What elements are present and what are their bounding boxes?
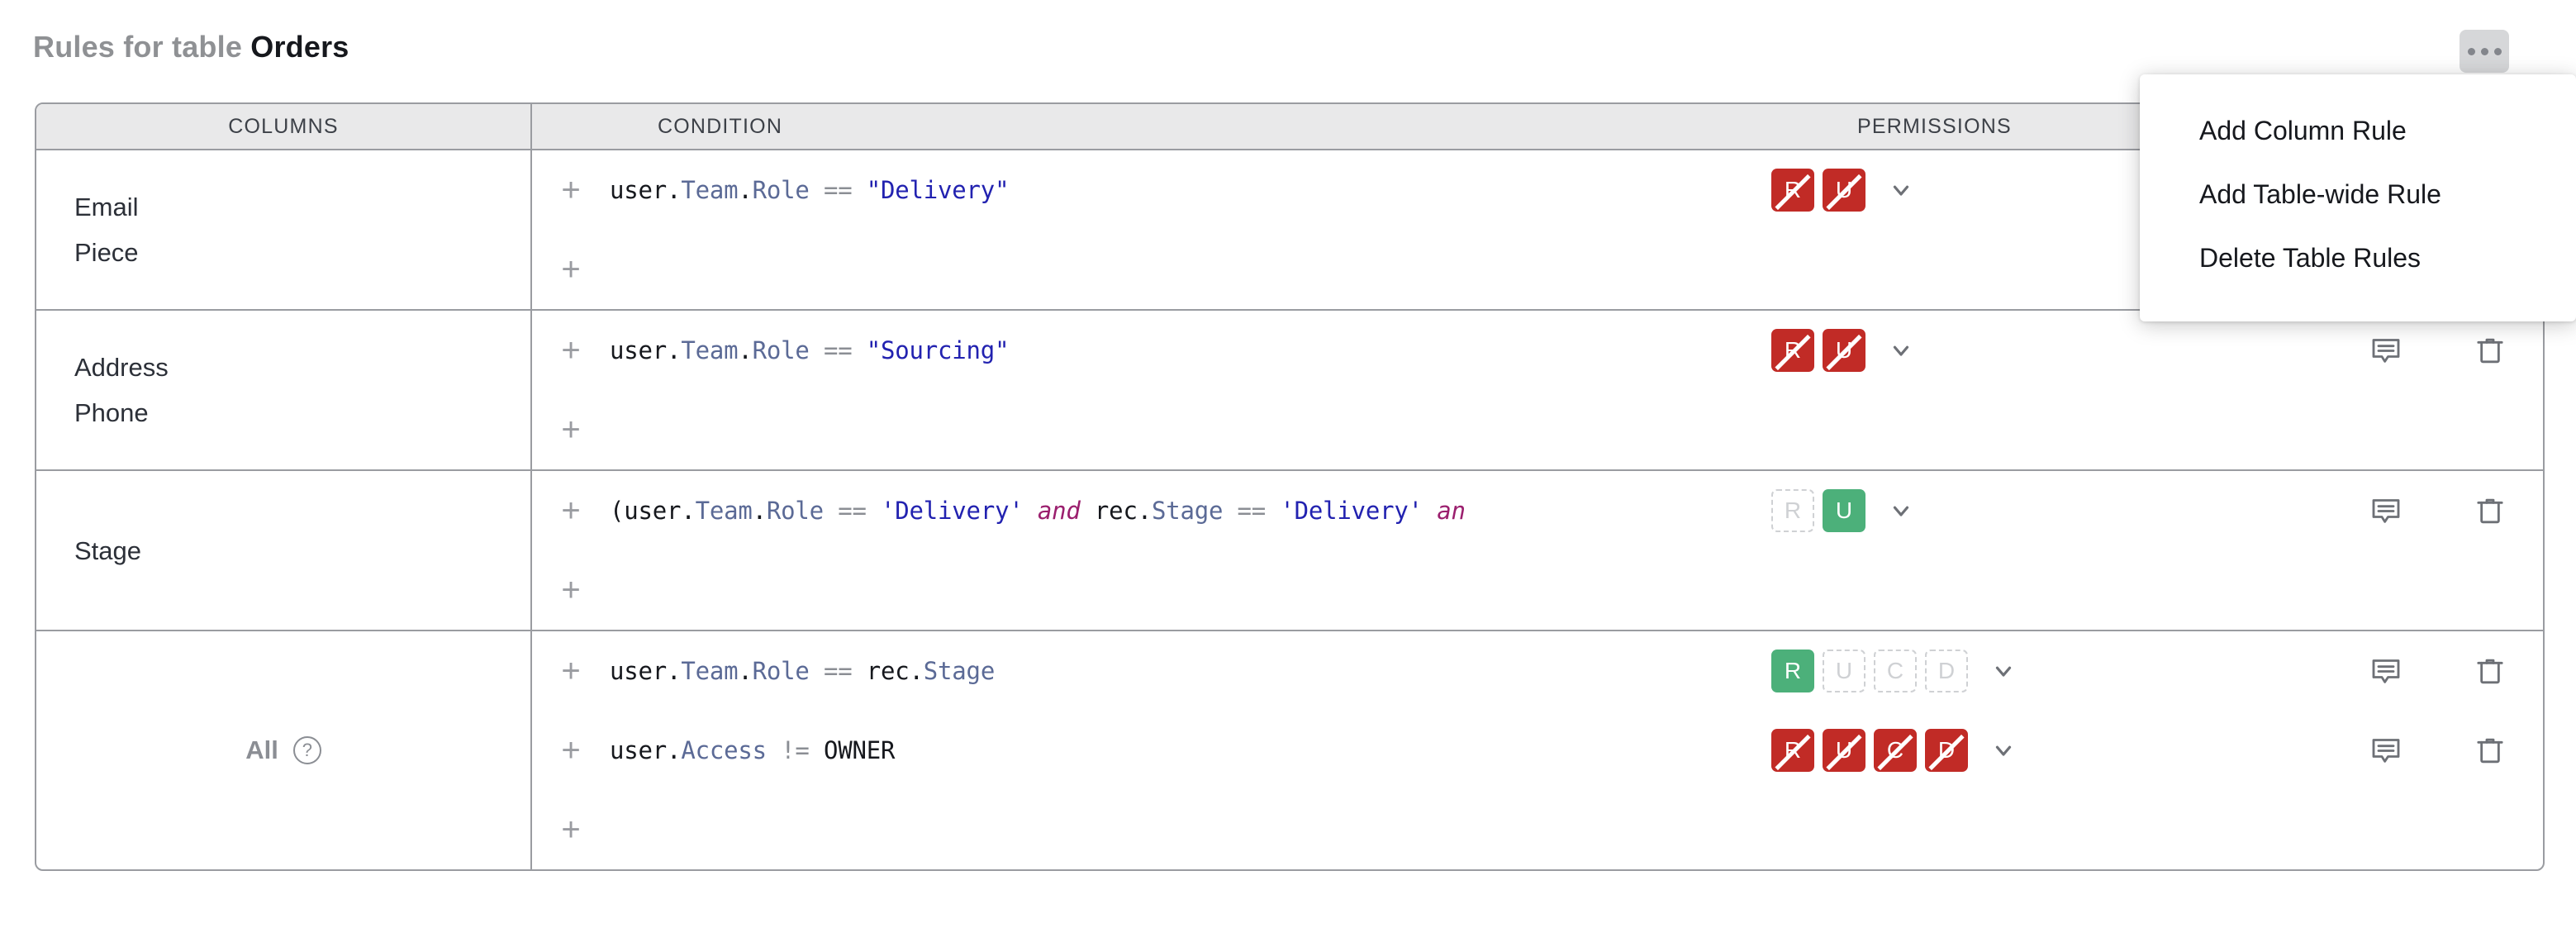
rule-line: + [532,390,2543,469]
add-rule-plus-icon[interactable]: + [532,573,610,607]
permission-badges: RUCD [1771,650,2016,692]
help-circle-icon[interactable]: ? [292,736,321,764]
permission-badge-r[interactable]: R [1771,329,1814,372]
permission-badge-d[interactable]: D [1925,650,1968,692]
add-rule-plus-icon[interactable]: + [532,734,610,767]
row-actions [2369,334,2543,367]
dot-icon [2467,47,2475,55]
column-name[interactable]: Stage [74,528,530,573]
permission-badge-u[interactable]: U [1823,650,1865,692]
chevron-down-icon[interactable] [1889,178,1913,202]
permission-badge-u[interactable]: U [1823,729,1865,772]
column-name[interactable]: Email [74,184,530,230]
rule-lines: + (user.Team.Role == 'Delivery' and rec.S… [532,471,2543,630]
condition-expression[interactable]: user.Access != OWNER [610,736,1771,764]
comment-icon[interactable] [2369,334,2403,367]
all-columns-label: All [245,735,278,764]
chevron-down-icon[interactable] [1889,498,1913,523]
more-options-button[interactable] [2460,30,2509,73]
rule-line: + (user.Team.Role == 'Delivery' and rec.S… [532,471,2543,550]
permission-badge-u[interactable]: U [1823,169,1865,212]
row-actions [2369,494,2543,527]
permission-badge-u[interactable]: U [1823,489,1865,532]
permission-badges: RUCD [1771,729,2016,772]
trash-icon[interactable] [2474,654,2507,688]
comment-icon[interactable] [2369,654,2403,688]
condition-expression[interactable]: user.Team.Role == rec.Stage [610,657,1771,685]
columns-cell: Email Piece [36,150,532,309]
rule-line: + user.Team.Role == "Sourcing" R U [532,311,2543,390]
column-name[interactable]: Piece [74,230,530,275]
menu-item-add-table-wide-rule[interactable]: Add Table-wide Rule [2140,163,2576,226]
dot-icon [2480,47,2488,55]
add-rule-plus-icon[interactable]: + [532,494,610,527]
table-row: Stage + (user.Team.Role == 'Delivery' and … [36,471,2543,631]
add-rule-plus-icon[interactable]: + [532,413,610,446]
table-row: Address Phone + user.Team.Role == "Sourcing… [36,311,2543,471]
trash-icon[interactable] [2474,494,2507,527]
permission-badge-c[interactable]: C [1874,650,1917,692]
context-menu: Add Column Rule Add Table-wide Rule Delete… [2140,74,2576,321]
menu-item-delete-table-rules[interactable]: Delete Table Rules [2140,226,2576,290]
row-actions [2369,654,2543,688]
row-actions [2369,734,2543,767]
permission-badges: RU [1771,329,1913,372]
column-name[interactable]: Phone [74,390,530,435]
permission-badges: RU [1771,489,1913,532]
permission-badge-r[interactable]: R [1771,489,1814,532]
rule-line: + [532,790,2543,869]
columns-cell: Address Phone [36,311,532,469]
permission-badges: RU [1771,169,1913,212]
comment-icon[interactable] [2369,494,2403,527]
chevron-down-icon[interactable] [1991,738,2016,763]
condition-expression[interactable]: user.Team.Role == "Sourcing" [610,336,1771,364]
rule-line: + user.Access != OWNER R U C D [532,711,2543,790]
add-rule-plus-icon[interactable]: + [532,174,610,207]
menu-item-add-column-rule[interactable]: Add Column Rule [2140,99,2576,163]
permission-badge-u[interactable]: U [1823,329,1865,372]
page-title-table-name: Orders [250,30,349,64]
comment-icon[interactable] [2369,734,2403,767]
page-title-prefix: Rules for table [33,30,251,64]
add-rule-plus-icon[interactable]: + [532,253,610,286]
rule-lines: + user.Team.Role == rec.Stage R U C D + user.Ac… [532,631,2543,869]
permission-badge-r[interactable]: R [1771,729,1814,772]
columns-cell-all: All? [36,631,532,869]
column-header-condition: CONDITION [658,114,783,138]
add-rule-plus-icon[interactable]: + [532,334,610,367]
columns-cell: Stage [36,471,532,630]
add-rule-plus-icon[interactable]: + [532,813,610,846]
permission-badge-r[interactable]: R [1771,169,1814,212]
permission-badge-d[interactable]: D [1925,729,1968,772]
trash-icon[interactable] [2474,734,2507,767]
condition-expression[interactable]: (user.Team.Role == 'Delivery' and rec.St… [610,497,1771,525]
dot-icon [2493,47,2502,55]
table-row: All? + user.Team.Role == rec.Stage R U C D + use… [36,631,2543,869]
chevron-down-icon[interactable] [1889,338,1913,363]
rule-lines: + user.Team.Role == "Sourcing" R U + [532,311,2543,469]
add-rule-plus-icon[interactable]: + [532,654,610,688]
rule-line: + [532,550,2543,630]
rule-line: + user.Team.Role == rec.Stage R U C D [532,631,2543,711]
page-title: Rules for table Orders [33,30,349,64]
column-header-columns: COLUMNS [36,104,532,149]
column-name[interactable]: Address [74,345,530,390]
permission-badge-c[interactable]: C [1874,729,1917,772]
trash-icon[interactable] [2474,334,2507,367]
permission-badge-r[interactable]: R [1771,650,1814,692]
chevron-down-icon[interactable] [1991,659,2016,683]
condition-expression[interactable]: user.Team.Role == "Delivery" [610,176,1771,204]
